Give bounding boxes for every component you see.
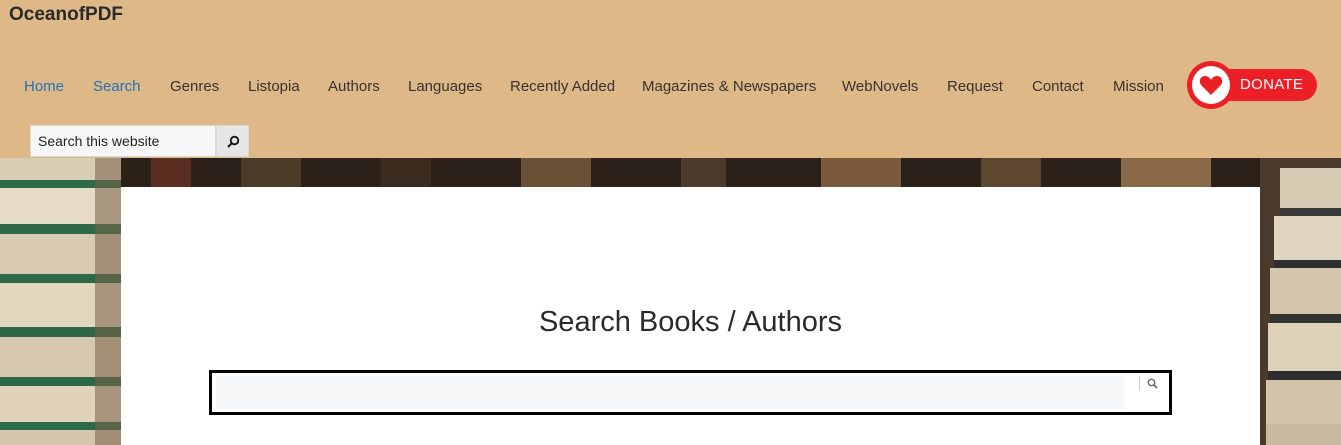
nav-recently-added[interactable]: Recently Added: [510, 76, 615, 98]
search-divider: [1139, 376, 1140, 390]
search-icon: [1147, 378, 1158, 389]
donate-badge: [1187, 61, 1235, 109]
nav-home[interactable]: Home: [24, 76, 64, 98]
search-card: Search Books / Authors: [121, 187, 1260, 445]
book-search-button[interactable]: [1142, 375, 1164, 393]
main-nav: Home Search Genres Listopia Authors Lang…: [0, 76, 1180, 98]
search-icon: [227, 135, 240, 148]
book-search-form: [209, 370, 1172, 415]
site-header: OceanofPDF Home Search Genres Listopia A…: [0, 0, 1341, 158]
nav-mission[interactable]: Mission: [1113, 76, 1164, 98]
nav-search[interactable]: Search: [93, 76, 141, 98]
nav-authors[interactable]: Authors: [328, 76, 380, 98]
nav-webnovels[interactable]: WebNovels: [842, 76, 918, 98]
nav-languages[interactable]: Languages: [408, 76, 482, 98]
nav-request[interactable]: Request: [947, 76, 1003, 98]
site-search-button[interactable]: [216, 125, 249, 157]
donate-label: DONATE: [1240, 76, 1304, 93]
nav-magazines-newspapers[interactable]: Magazines & Newspapers: [642, 76, 816, 98]
nav-listopia[interactable]: Listopia: [248, 76, 300, 98]
heart-icon: [1199, 76, 1223, 95]
site-search-input[interactable]: [30, 125, 216, 157]
nav-contact[interactable]: Contact: [1032, 76, 1084, 98]
site-title[interactable]: OceanofPDF: [9, 4, 123, 26]
nav-genres[interactable]: Genres: [170, 76, 219, 98]
books-image-right: [1260, 158, 1341, 445]
bookshelf-backdrop: [121, 158, 1260, 188]
books-image-left: [0, 158, 121, 445]
donate-button[interactable]: DONATE: [1187, 61, 1317, 109]
book-search-input[interactable]: [216, 376, 1124, 409]
page-title: Search Books / Authors: [538, 306, 843, 338]
